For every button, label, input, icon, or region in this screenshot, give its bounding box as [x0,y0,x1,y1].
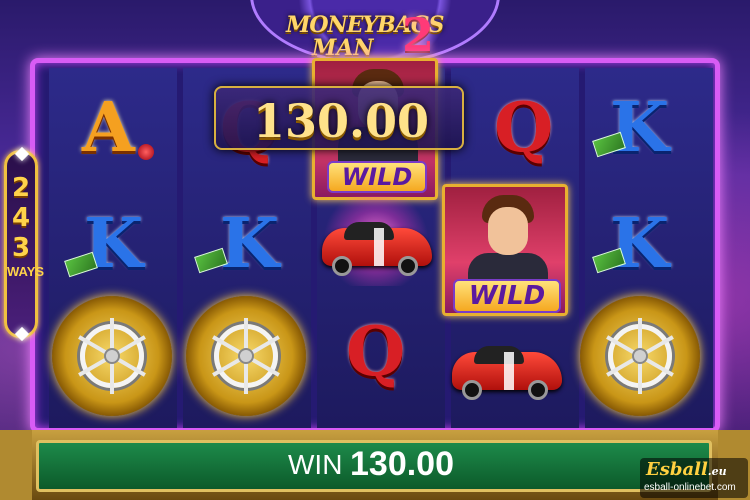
wild-symbol: WILD [442,184,568,316]
ways-count: 243 [11,173,31,263]
win-amount-popup: 130.00 [214,86,464,150]
watermark-brand: Esball [646,459,708,480]
symbol-q: Q [494,88,554,168]
symbol-k: K [592,80,704,180]
logo-number: 2 [402,8,435,62]
win-popup-value: 130.00 [252,94,430,148]
symbol-a: A [72,80,182,180]
vault-symbol [580,296,700,416]
symbol-k: K [592,196,704,296]
esball-watermark: Esball.eu esball-onlinebet.com [640,458,748,498]
sports-car-symbol [318,206,436,276]
win-value: 130.00 [350,445,454,483]
symbol-q: Q [346,312,406,392]
ways-badge: 243 WAYS [4,146,45,342]
win-label: WIN [288,449,343,480]
rose-icon [138,144,154,160]
watermark-url: esball-onlinebet.com [644,482,736,493]
sports-car-symbol [448,330,566,400]
vault-symbol [186,296,306,416]
watermark-brand-suffix: .eu [707,465,727,478]
vault-symbol [52,296,172,416]
ways-label: WAYS [7,264,45,279]
symbol-k: K [194,196,306,296]
symbol-k: K [64,196,176,296]
